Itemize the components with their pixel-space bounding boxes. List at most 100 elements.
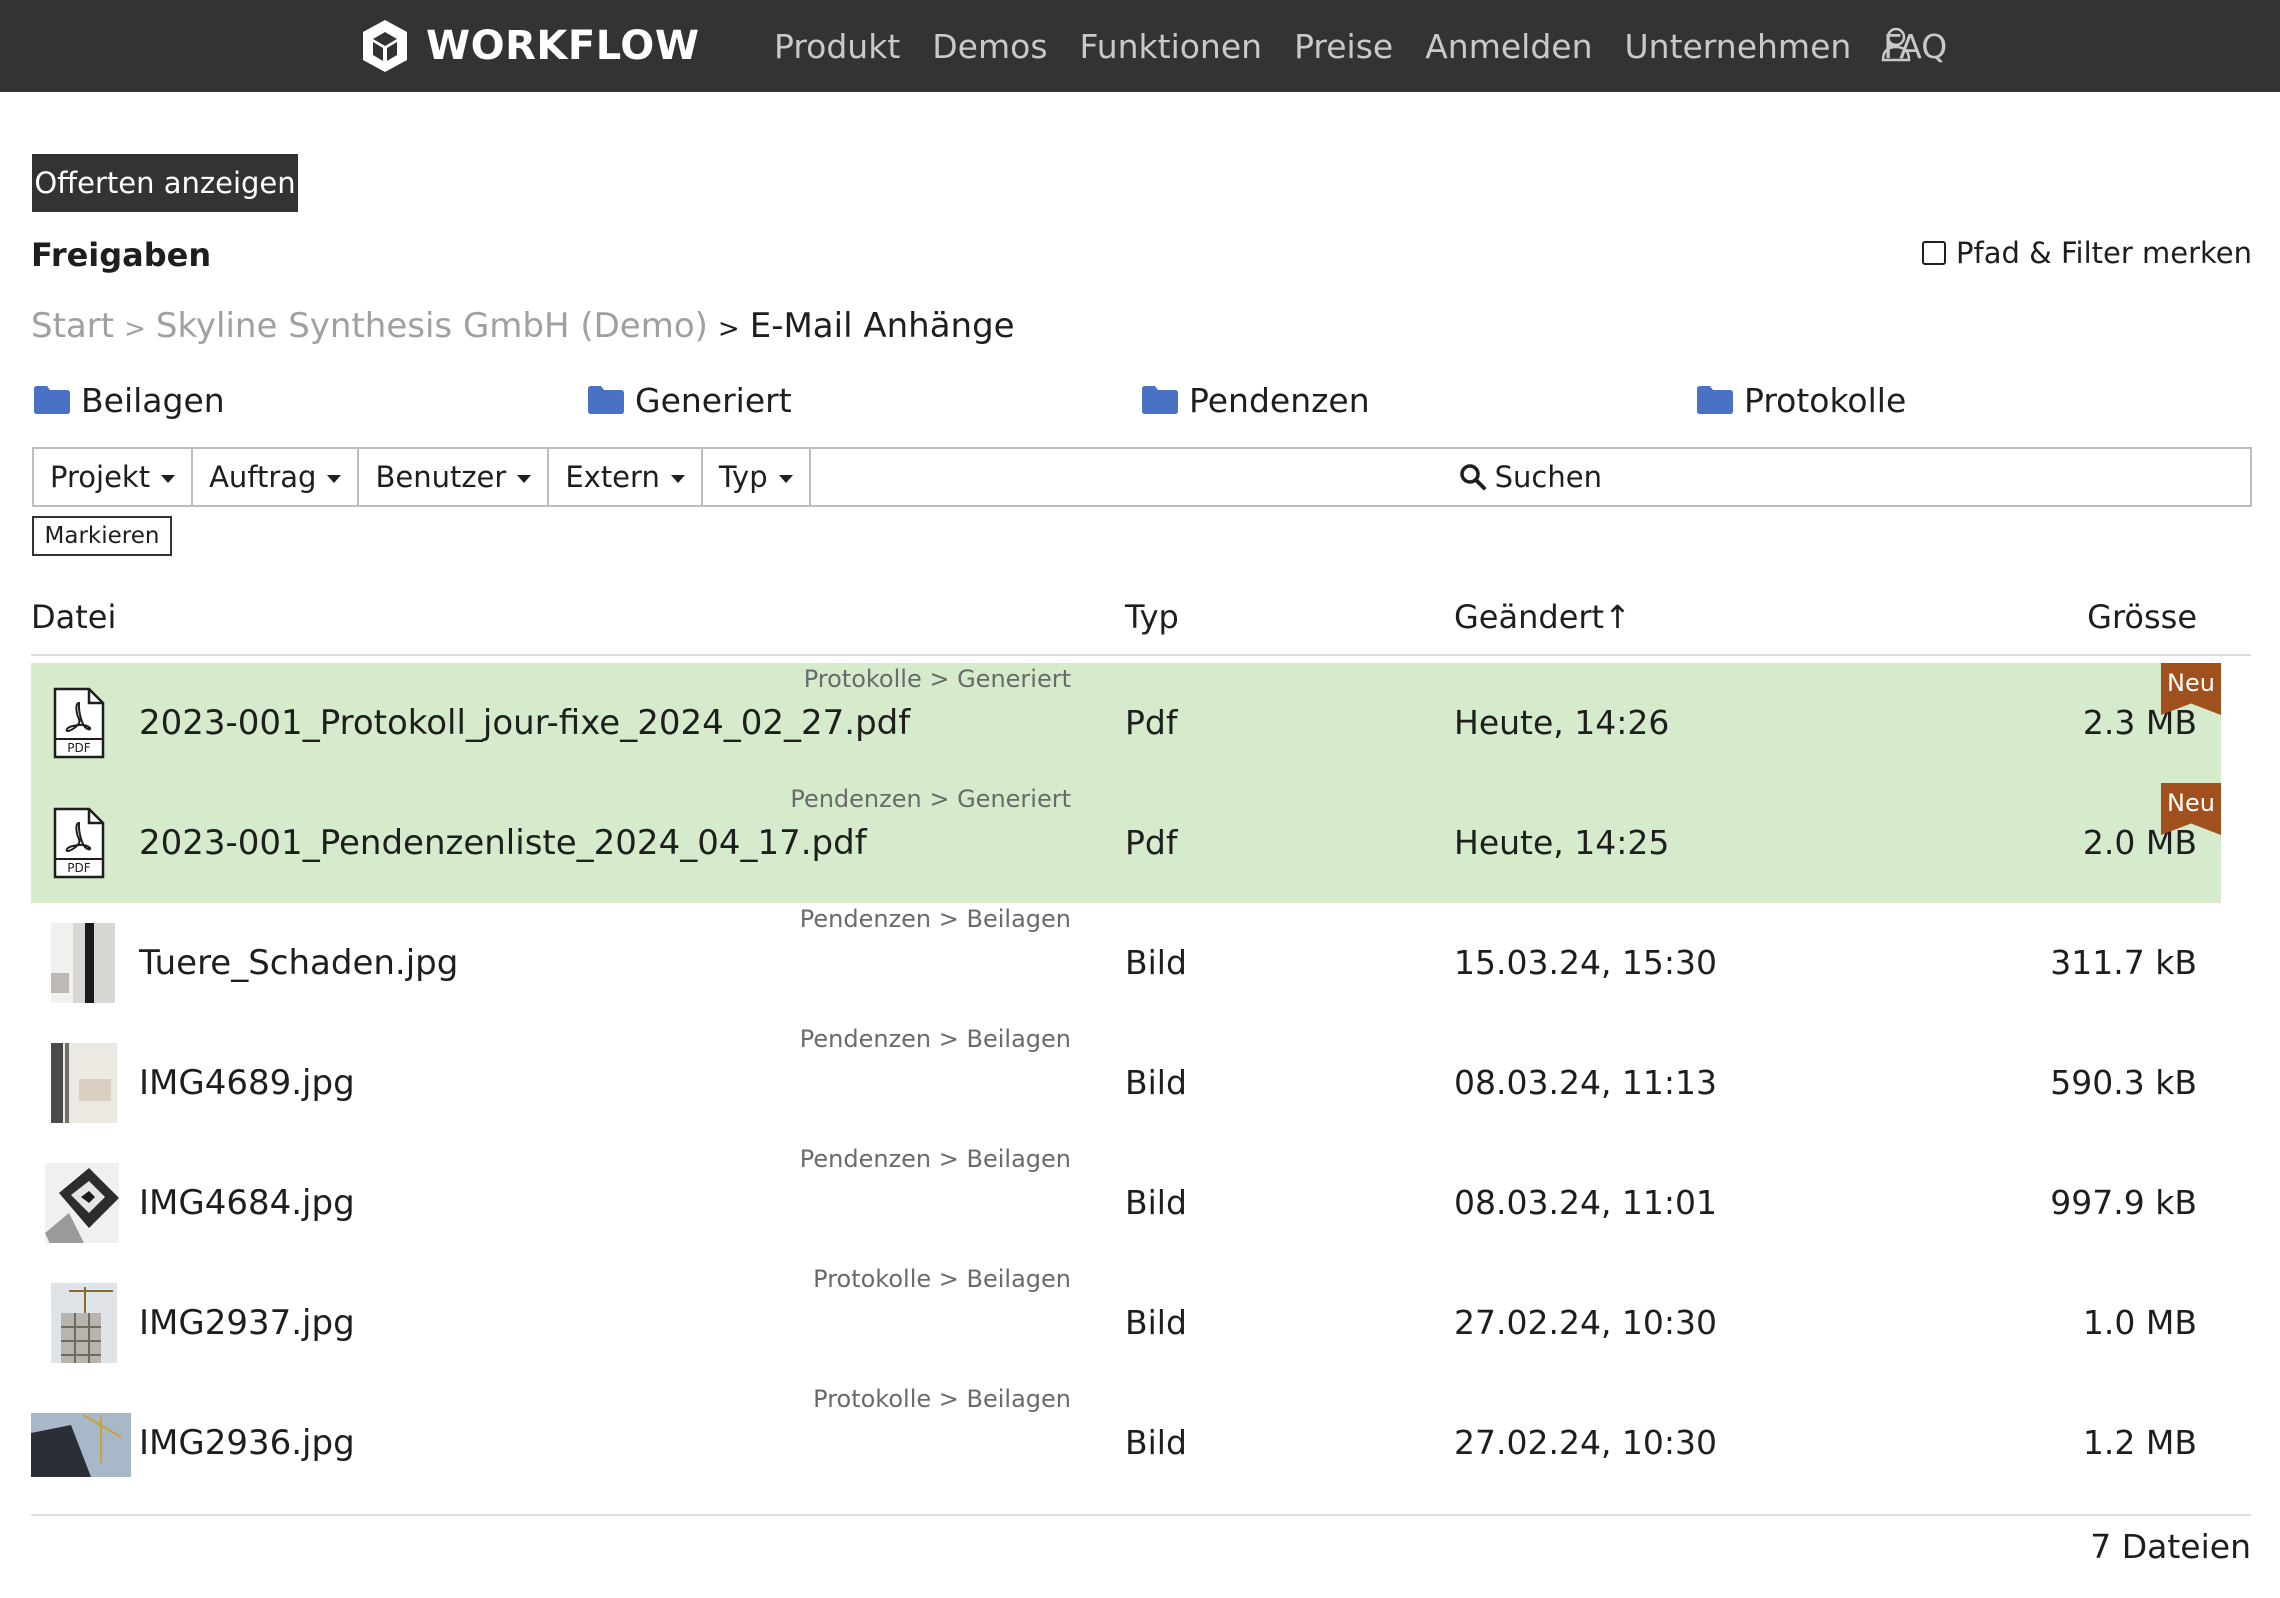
filter-auftrag-dropdown[interactable]: Auftrag	[193, 449, 360, 505]
file-size: 1.2 MB	[2082, 1423, 2197, 1462]
table-row[interactable]: Protokolle > Beilagen IMG2936.jpg Bild 2…	[31, 1383, 2221, 1503]
file-size: 590.3 kB	[2050, 1063, 2197, 1102]
brand-logo-link[interactable]: WORKFLOW	[360, 16, 699, 76]
pdf-icon: PDF	[53, 687, 105, 759]
nav-link-demos[interactable]: Demos	[932, 27, 1047, 66]
page-title: Freigaben	[31, 236, 212, 274]
table-row[interactable]: PDF Pendenzen > Generiert 2023-001_Pende…	[31, 783, 2221, 903]
filter-projekt-dropdown[interactable]: Projekt	[34, 449, 194, 505]
search-icon	[1459, 464, 1486, 490]
cube-logo-icon	[363, 20, 407, 72]
breadcrumb: Start > Skyline Synthesis GmbH (Demo) > E-Ma…	[31, 306, 1015, 346]
table-row[interactable]: Pendenzen > Beilagen Tuere_Schaden.jpg B…	[31, 903, 2221, 1023]
nav-link-preise[interactable]: Preise	[1294, 27, 1393, 66]
folder-icon	[588, 386, 624, 414]
svg-text:PDF: PDF	[67, 861, 90, 875]
nav-link-anmelden[interactable]: Anmelden	[1425, 27, 1592, 66]
file-size: 997.9 kB	[2050, 1183, 2197, 1222]
file-size: 2.3 MB	[2082, 703, 2197, 742]
search-label: Suchen	[1494, 460, 1602, 494]
file-name-link[interactable]: Tuere_Schaden.jpg	[139, 943, 458, 983]
filter-extern-dropdown[interactable]: Extern	[549, 449, 703, 505]
breadcrumb-separator: >	[717, 314, 740, 344]
file-name-link[interactable]: IMG2936.jpg	[139, 1423, 355, 1463]
column-header-type[interactable]: Typ	[1125, 598, 1179, 636]
breadcrumb-separator: >	[124, 314, 146, 344]
folder-label: Protokolle	[1744, 380, 1907, 420]
file-changed: 27.02.24, 10:30	[1454, 1303, 1718, 1342]
caret-down-icon	[778, 474, 793, 483]
column-header-file[interactable]: Datei	[31, 598, 116, 636]
file-changed: Heute, 14:25	[1454, 823, 1670, 862]
filter-bar: Projekt Auftrag Benutzer Extern Typ Such…	[32, 447, 2252, 507]
file-table-header: Datei Typ Geändert↑ Grösse	[31, 590, 2251, 656]
folder-protokolle[interactable]: Protokolle	[1697, 380, 1906, 420]
caret-down-icon	[670, 474, 685, 483]
interior-image-thumbnail[interactable]	[39, 1043, 119, 1123]
folder-label: Beilagen	[81, 380, 225, 420]
folder-list: Beilagen Generiert Pendenzen Protokolle	[34, 380, 2234, 440]
breadcrumb-start[interactable]: Start	[31, 306, 114, 346]
file-name-link[interactable]: IMG2937.jpg	[139, 1303, 355, 1343]
file-changed: 27.02.24, 10:30	[1454, 1423, 1718, 1462]
nav-link-produkt[interactable]: Produkt	[774, 27, 900, 66]
building-image-thumbnail[interactable]	[31, 1403, 131, 1483]
filter-label: Typ	[718, 460, 768, 494]
column-header-size[interactable]: Grösse	[2087, 598, 2197, 636]
breadcrumb-company[interactable]: Skyline Synthesis GmbH (Demo)	[156, 306, 708, 346]
top-navigation-bar: WORKFLOW Produkt Demos Funktionen Preise…	[0, 0, 2280, 92]
staircase-image-thumbnail[interactable]	[39, 1163, 119, 1243]
file-type: Pdf	[1125, 823, 1178, 862]
caret-down-icon	[161, 474, 176, 483]
breadcrumb-current: E-Mail Anhänge	[749, 306, 1015, 346]
table-row[interactable]: Protokolle > Beilagen IMG2937.jpg Bild 2…	[31, 1263, 2221, 1383]
table-row[interactable]: Pendenzen > Beilagen IMG4689.jpg Bild 08…	[31, 1023, 2221, 1143]
file-name-link[interactable]: IMG4684.jpg	[139, 1183, 355, 1223]
file-type: Bild	[1125, 1423, 1187, 1462]
filter-label: Auftrag	[209, 460, 317, 494]
file-path: Pendenzen > Beilagen	[799, 1025, 1071, 1053]
file-name-link[interactable]: IMG4689.jpg	[139, 1063, 355, 1103]
filter-typ-dropdown[interactable]: Typ	[703, 449, 811, 505]
file-name-link[interactable]: 2023-001_Protokoll_jour-fixe_2024_02_27.…	[139, 703, 910, 743]
mark-button[interactable]: Markieren	[32, 516, 172, 556]
file-path: Pendenzen > Beilagen	[799, 905, 1071, 933]
file-size: 1.0 MB	[2082, 1303, 2197, 1342]
door-image-thumbnail[interactable]	[39, 923, 119, 1003]
table-row[interactable]: Pendenzen > Beilagen IMG4684.jpg Bild 08…	[31, 1143, 2221, 1263]
folder-icon	[1697, 386, 1733, 414]
construction-image-thumbnail[interactable]	[39, 1283, 119, 1363]
file-type: Bild	[1125, 1303, 1187, 1342]
folder-beilagen[interactable]: Beilagen	[34, 380, 225, 420]
search-field[interactable]: Suchen	[811, 449, 2250, 505]
nav-link-funktionen[interactable]: Funktionen	[1080, 27, 1263, 66]
folder-generiert[interactable]: Generiert	[588, 380, 792, 420]
show-offers-button[interactable]: Offerten anzeigen	[32, 154, 298, 212]
remember-checkbox[interactable]	[1922, 241, 1947, 265]
main-nav: Produkt Demos Funktionen Preise Anmelden…	[774, 0, 1979, 92]
file-changed: 15.03.24, 15:30	[1454, 943, 1718, 982]
svg-text:PDF: PDF	[67, 741, 90, 755]
filter-label: Benutzer	[375, 460, 507, 494]
file-changed: 08.03.24, 11:13	[1454, 1063, 1718, 1102]
file-path: Protokolle > Beilagen	[813, 1265, 1071, 1293]
caret-down-icon	[517, 474, 532, 483]
nav-link-unternehmen[interactable]: Unternehmen	[1625, 27, 1852, 66]
table-row[interactable]: PDF Protokolle > Generiert 2023-001_Prot…	[31, 663, 2221, 783]
file-path: Pendenzen > Generiert	[790, 785, 1071, 813]
remember-label: Pfad & Filter merken	[1956, 236, 2252, 270]
folder-label: Generiert	[635, 380, 792, 420]
file-path: Protokolle > Generiert	[803, 665, 1071, 693]
folder-label: Pendenzen	[1189, 380, 1370, 420]
file-name-link[interactable]: 2023-001_Pendenzenliste_2024_04_17.pdf	[139, 823, 867, 863]
file-type: Bild	[1125, 943, 1187, 982]
column-header-changed[interactable]: Geändert↑	[1454, 598, 1631, 636]
file-size: 311.7 kB	[2050, 943, 2197, 982]
file-count: 7 Dateien	[2090, 1527, 2251, 1566]
file-changed: Heute, 14:26	[1454, 703, 1670, 742]
filter-benutzer-dropdown[interactable]: Benutzer	[359, 449, 550, 505]
remember-path-filter-toggle[interactable]: Pfad & Filter merken	[1922, 236, 2252, 270]
folder-pendenzen[interactable]: Pendenzen	[1142, 380, 1370, 420]
file-size: 2.0 MB	[2082, 823, 2197, 862]
user-icon[interactable]	[1880, 26, 1912, 62]
